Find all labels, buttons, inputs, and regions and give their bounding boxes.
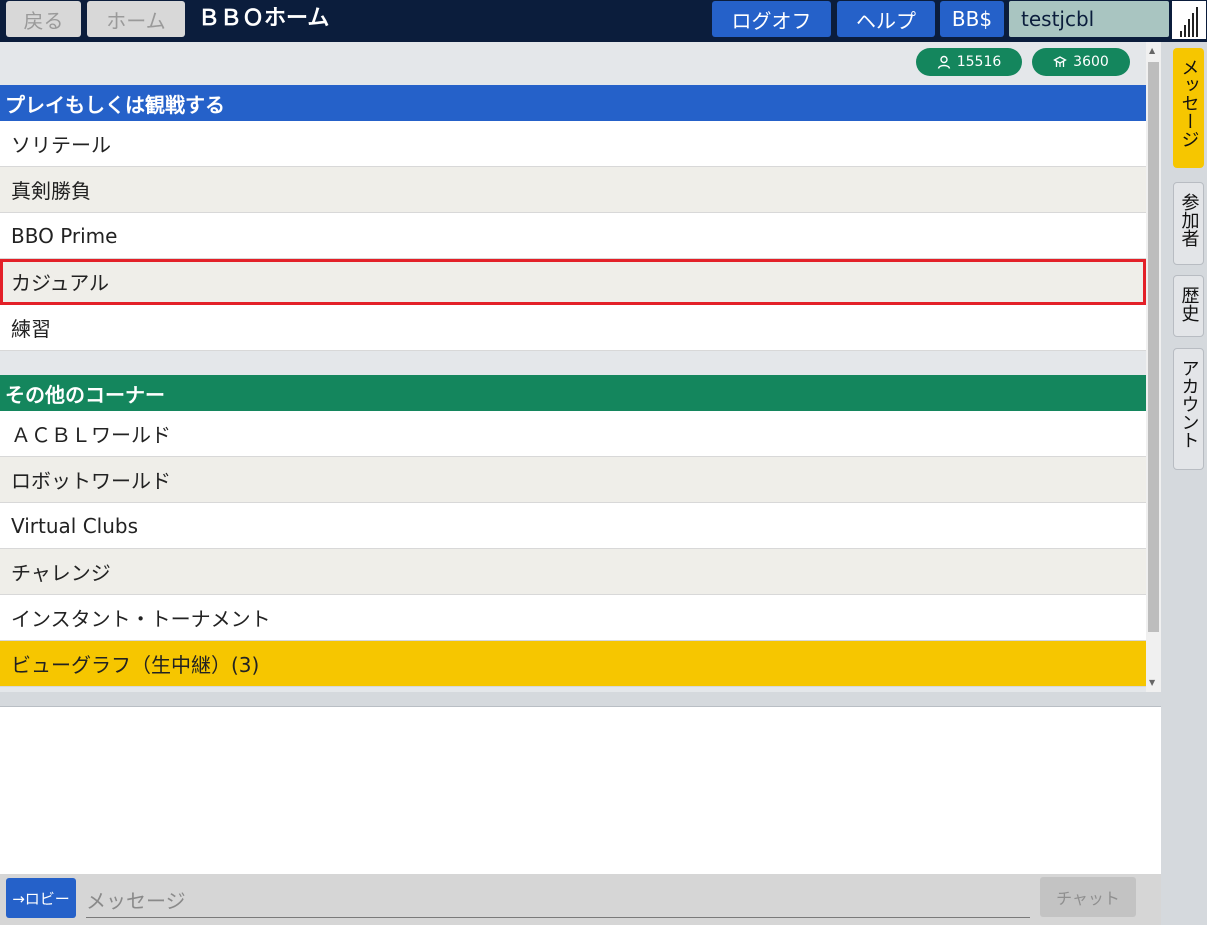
other-section-header: その他のコーナー <box>0 375 1146 411</box>
list-item-practice[interactable]: 練習 <box>0 305 1146 351</box>
right-sidebar: メッセージ 参加者 歴史 アカウント <box>1162 42 1207 925</box>
tab-account[interactable]: アカウント <box>1173 348 1204 470</box>
top-bar: 戻る ホーム ＢＢＯホーム ログオフ ヘルプ BB$ testjcbl <box>0 0 1207 42</box>
username-label: testjcbl <box>1021 7 1095 31</box>
scroll-up-arrow-icon[interactable]: ▲ <box>1149 46 1155 55</box>
list-item-virtual-clubs[interactable]: Virtual Clubs <box>0 503 1146 549</box>
home-button[interactable]: ホーム <box>87 1 185 37</box>
list-item-challenge[interactable]: チャレンジ <box>0 549 1146 595</box>
page-title: ＢＢＯホーム <box>198 6 330 31</box>
list-item-instant-tournament[interactable]: インスタント・トーナメント <box>0 595 1146 641</box>
lobby-scrollbar[interactable]: ▲ ▼ <box>1146 42 1161 692</box>
list-item-bbo-prime[interactable]: BBO Prime <box>0 213 1146 259</box>
lobby-panel: 15516 3600 プレイもしくは観戦する ソリテール 真剣勝負 BBO Pr… <box>0 42 1146 692</box>
table-icon <box>1053 56 1068 67</box>
tables-count: 3600 <box>1073 54 1109 70</box>
online-users-badge[interactable]: 15516 <box>916 48 1022 76</box>
tab-participants[interactable]: 参加者 <box>1173 182 1204 265</box>
scroll-down-arrow-icon[interactable]: ▼ <box>1149 678 1155 687</box>
logoff-button[interactable]: ログオフ <box>712 1 831 37</box>
play-section-header: プレイもしくは観戦する <box>0 85 1146 121</box>
help-button[interactable]: ヘルプ <box>837 1 935 37</box>
list-item-casual[interactable]: カジュアル <box>0 259 1146 305</box>
list-item-competitive[interactable]: 真剣勝負 <box>0 167 1146 213</box>
chat-log <box>0 706 1161 874</box>
to-lobby-button[interactable]: →ロビー <box>6 878 76 918</box>
connection-signal-icon <box>1172 1 1206 39</box>
list-item-robot-world[interactable]: ロボットワールド <box>0 457 1146 503</box>
tables-badge[interactable]: 3600 <box>1032 48 1130 76</box>
back-button[interactable]: 戻る <box>6 1 81 37</box>
send-chat-button[interactable]: チャット <box>1040 877 1136 917</box>
tab-messages[interactable]: メッセージ <box>1173 48 1204 168</box>
chat-input-bar: →ロビー チャット <box>0 874 1161 925</box>
online-users-count: 15516 <box>956 54 1002 70</box>
list-item-vugraph[interactable]: ビューグラフ（生中継）(3) <box>0 641 1146 687</box>
tab-history[interactable]: 歴史 <box>1173 275 1204 337</box>
list-item-acbl-world[interactable]: ＡＣＢＬワールド <box>0 411 1146 457</box>
username-display[interactable]: testjcbl <box>1009 1 1169 37</box>
message-input[interactable] <box>86 884 1030 918</box>
list-item-solitaire[interactable]: ソリテール <box>0 121 1146 167</box>
scrollbar-thumb[interactable] <box>1148 62 1159 632</box>
person-icon <box>937 55 950 69</box>
bb-dollar-button[interactable]: BB$ <box>940 1 1004 37</box>
